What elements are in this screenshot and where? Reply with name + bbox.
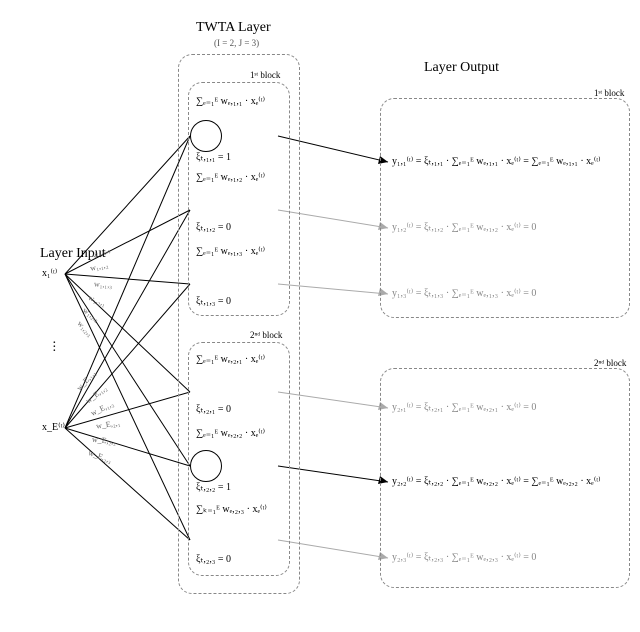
sum-12: ∑ₑ₌₁ᴱ wₑ,₁,₂ · xₑ⁽ᵗ⁾ bbox=[196, 172, 265, 183]
output-y23: y₂,₃⁽ᵗ⁾ = ξₜ,₂,₃ · ∑ₑ₌₁ᴱ wₑ,₂,₃ · xₑ⁽ᵗ⁾ … bbox=[392, 552, 622, 563]
output-y13: y₁,₃⁽ᵗ⁾ = ξₜ,₁,₃ · ∑ₑ₌₁ᴱ wₑ,₁,₃ · xₑ⁽ᵗ⁾ … bbox=[392, 288, 622, 299]
block1-label: 1ˢᵗ block bbox=[250, 70, 280, 80]
output-y21: y₂,₁⁽ᵗ⁾ = ξₜ,₂,₁ · ∑ₑ₌₁ᴱ wₑ,₂,₁ · xₑ⁽ᵗ⁾ … bbox=[392, 402, 622, 413]
neuron-11-circle bbox=[190, 120, 222, 152]
xi-12: ξₜ,₁,₂ = 0 bbox=[196, 222, 231, 233]
output-y22: y₂,₂⁽ᵗ⁾ = ξₜ,₂,₂ · ∑ₑ₌₁ᴱ wₑ,₂,₂ · xₑ⁽ᵗ⁾ … bbox=[392, 476, 622, 487]
xi-22: ξₜ,₂,₂ = 1 bbox=[196, 482, 231, 493]
xi-23: ξₜ,₂,₃ = 0 bbox=[196, 554, 231, 565]
weight-w113: w₁,₁,₃ bbox=[94, 280, 113, 290]
xi-11: ξₜ,₁,₁ = 1 bbox=[196, 152, 231, 163]
input-ellipsis: ··· bbox=[52, 342, 57, 354]
output-y11: y₁,₁⁽ᵗ⁾ = ξₜ,₁,₁ · ∑ₑ₌₁ᴱ wₑ,₁,₁ · xₑ⁽ᵗ⁾ … bbox=[392, 156, 622, 167]
sum-21: ∑ₑ₌₁ᴱ wₑ,₂,₁ · xₑ⁽ᵗ⁾ bbox=[196, 354, 265, 365]
input-xe: x_E⁽ᵗ⁾ bbox=[42, 422, 65, 433]
twta-layer-title: TWTA Layer bbox=[196, 20, 271, 36]
layer-output-title: Layer Output bbox=[424, 60, 499, 76]
neuron-22-circle bbox=[190, 450, 222, 482]
output-block1-box bbox=[380, 98, 630, 318]
twta-layer-params: (I = 2, J = 3) bbox=[214, 38, 259, 48]
xi-13: ξₜ,₁,₃ = 0 bbox=[196, 296, 231, 307]
sum-13: ∑ₑ₌₁ᴱ wₑ,₁,₃ · xₑ⁽ᵗ⁾ bbox=[196, 246, 265, 257]
output-block1-label: 1ˢᵗ block bbox=[594, 88, 624, 98]
output-block2-label: 2ⁿᵈ block bbox=[594, 358, 626, 368]
sum-11: ∑ₑ₌₁ᴱ wₑ,₁,₁ · xₑ⁽ᵗ⁾ bbox=[196, 96, 265, 107]
input-x1: x₁⁽ᵗ⁾ bbox=[42, 268, 57, 279]
block2-label: 2ⁿᵈ block bbox=[250, 330, 282, 340]
sum-22: ∑ₑ₌₁ᴱ wₑ,₂,₂ · xₑ⁽ᵗ⁾ bbox=[196, 428, 265, 439]
block1-box bbox=[188, 82, 290, 316]
sum-23: ∑ₖ₌₁ᴱ wₑ,₂,₃ · xₑ⁽ᵗ⁾ bbox=[196, 504, 267, 515]
xi-21: ξₜ,₂,₁ = 0 bbox=[196, 404, 231, 415]
output-y12: y₁,₂⁽ᵗ⁾ = ξₜ,₁,₂ · ∑ₑ₌₁ᴱ wₑ,₁,₂ · xₑ⁽ᵗ⁾ … bbox=[392, 222, 622, 233]
